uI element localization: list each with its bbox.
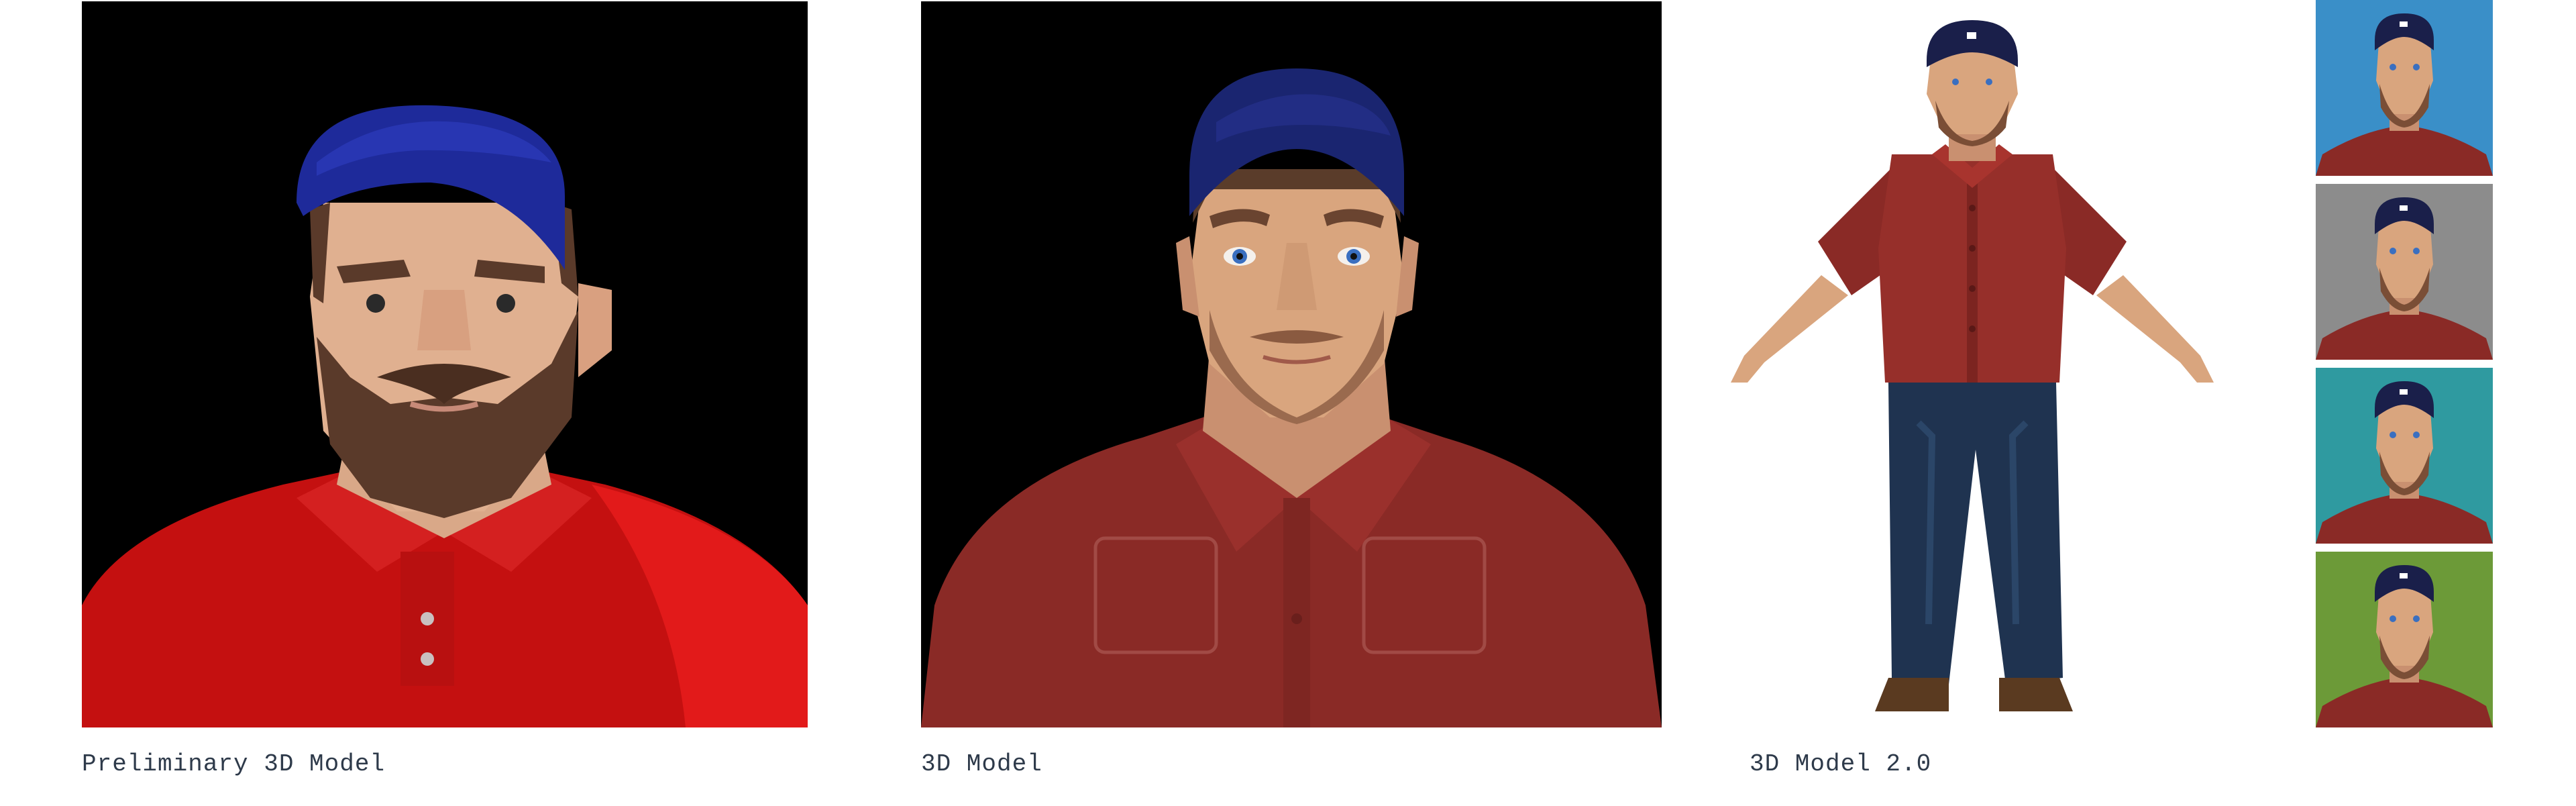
caption-model: 3D Model: [921, 750, 1042, 778]
thumbnail-avatar-graphic: [2316, 552, 2493, 727]
avatar-thumbnail-blue: [2316, 0, 2493, 176]
caption-model-v2: 3D Model 2.0: [1750, 750, 1932, 778]
avatar-thumbnail-green: [2316, 552, 2493, 727]
thumbnail-avatar-graphic: [2316, 368, 2493, 544]
model-image: [921, 1, 1662, 727]
avatar-thumbnail-gray: [2316, 184, 2493, 360]
preliminary-avatar-graphic: [82, 1, 808, 727]
thumbnail-avatar-graphic: [2316, 184, 2493, 360]
thumbnail-avatar-graphic: [2316, 0, 2493, 176]
model-avatar-graphic: [921, 1, 1662, 727]
preliminary-model-image: [82, 1, 808, 727]
avatar-thumbnail-teal: [2316, 368, 2493, 544]
model-v2-avatar-graphic: [1717, 20, 2227, 733]
model-v2-image: [1717, 20, 2227, 733]
caption-preliminary: Preliminary 3D Model: [82, 750, 386, 778]
